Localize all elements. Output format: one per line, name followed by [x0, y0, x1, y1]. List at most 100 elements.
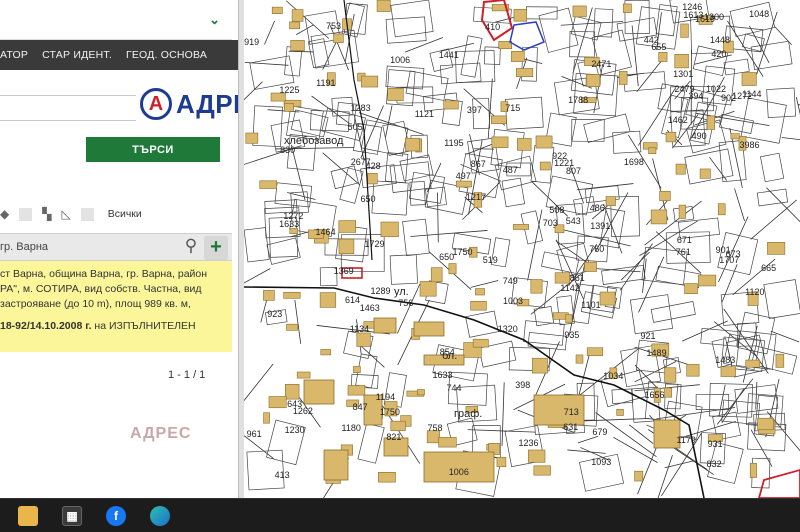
building — [356, 332, 371, 347]
parcel — [439, 62, 482, 85]
parcel-boundary — [637, 443, 659, 495]
building — [605, 196, 616, 207]
parcel-boundary — [294, 299, 302, 344]
building — [699, 168, 711, 179]
parcel-number: 1194 — [375, 391, 396, 402]
building — [665, 131, 677, 143]
parcel-number: 867 — [470, 158, 486, 169]
parcel-number: 1142 — [560, 282, 580, 293]
parcel — [756, 188, 789, 207]
parcel — [465, 310, 499, 338]
parcel-number: 1179 — [676, 435, 696, 446]
result-line-1: ст Варна, община Варна, гр. Варна, район — [0, 268, 208, 280]
parcel-number: 398 — [515, 379, 531, 390]
parcel-number: 931 — [707, 439, 723, 450]
parcel-number: 679 — [592, 427, 608, 438]
parcel — [740, 97, 787, 144]
layer-checkbox-1[interactable] — [19, 207, 33, 221]
building — [284, 103, 294, 112]
parcel-boundary — [721, 388, 745, 423]
search-button[interactable]: ТЪРСИ — [86, 137, 220, 162]
building — [749, 463, 757, 478]
parcel-number: 1320 — [497, 323, 518, 334]
tab-geodetic-basis[interactable]: ГЕОД. ОСНОВА — [119, 49, 214, 61]
parcel — [274, 182, 313, 208]
parcel-number: 1633 — [279, 219, 300, 230]
layer-checkbox-all[interactable] — [80, 207, 94, 221]
parcel-boundary — [410, 230, 488, 237]
parcel-boundary — [718, 384, 726, 417]
parcel — [750, 40, 793, 70]
building — [572, 5, 587, 18]
building — [586, 347, 604, 356]
tab-old-identifier[interactable]: СТАР ИДЕНТ. — [35, 49, 119, 61]
tab-administrator[interactable]: АТОР — [0, 49, 35, 61]
parcel — [455, 50, 496, 83]
layers-icon[interactable]: ◆ — [0, 207, 9, 221]
parcel-number: 1006 — [448, 466, 469, 477]
parcel-number: 671 — [676, 235, 692, 246]
building — [698, 274, 717, 287]
parcel-number: 3986 — [739, 139, 760, 150]
parcel-boundary — [795, 97, 800, 115]
building — [472, 338, 489, 348]
building — [741, 72, 757, 86]
parcel-boundary — [437, 192, 439, 243]
parcel — [571, 119, 605, 142]
parcel-number: 1006 — [390, 55, 411, 66]
store-icon[interactable]: ▦ — [62, 506, 82, 526]
parcel-number: 413 — [274, 470, 290, 481]
cadastral-map[interactable]: 919 397 398 410 413 420 442 486 1462 1448 3986 1750… — [244, 0, 800, 498]
parcel-number: 1369 — [333, 266, 354, 277]
parcel-number: 1729 — [364, 239, 385, 250]
result-order: 18-92/14.10.2008 г. — [0, 320, 92, 332]
parcel-number: 753 — [326, 20, 342, 31]
screen: ⌄ АТОР СТАР ИДЕНТ. ГЕОД. ОСНОВА ТЪРСИ ◆ … — [0, 0, 800, 532]
parcel-number: 1483 — [715, 355, 736, 366]
flag-icon[interactable]: ▚ — [42, 207, 51, 221]
building — [378, 472, 396, 483]
building — [413, 321, 445, 337]
building — [584, 261, 597, 272]
building — [284, 383, 300, 400]
parcel-number: 921 — [640, 330, 656, 341]
facebook-icon[interactable]: f — [106, 506, 126, 526]
folder-icon[interactable] — [18, 506, 38, 526]
result-line-2: РА", м. СОТИРА, вид собств. Частна, вид — [0, 283, 202, 295]
building — [320, 349, 331, 356]
parcel-number: 519 — [482, 254, 498, 265]
parcel-number: 486 — [589, 202, 605, 213]
parcel — [309, 109, 350, 132]
result-card[interactable]: ст Варна, община Варна, гр. Варна, район… — [0, 261, 232, 352]
parcel-number: 807 — [566, 166, 582, 176]
parcel-number: 1217 — [466, 191, 487, 202]
parcel-number: 935 — [564, 329, 580, 340]
building — [491, 115, 507, 124]
building — [271, 6, 283, 15]
search-type-dropdown[interactable]: ⌄ — [0, 0, 232, 40]
parcel-number: 758 — [427, 422, 443, 433]
building — [775, 353, 785, 368]
edge-icon[interactable] — [150, 506, 170, 526]
building — [618, 71, 628, 85]
building — [296, 371, 311, 379]
building — [430, 267, 443, 283]
layer-filters: ◆ ▚ ◺ Всички — [0, 203, 232, 225]
parcel-number: 497 — [455, 170, 471, 181]
building — [390, 420, 406, 432]
building — [720, 366, 736, 377]
building — [387, 87, 404, 101]
parcel — [763, 279, 800, 319]
parcel-number: 487 — [502, 164, 518, 175]
parcel-boundary — [467, 429, 536, 433]
parcel-boundary — [750, 199, 797, 240]
parcel-number: 1613 — [683, 10, 704, 21]
parcel — [504, 96, 544, 130]
add-icon[interactable]: + — [204, 236, 228, 260]
zoom-to-icon[interactable]: ⚲ — [180, 236, 202, 258]
chevron-down-icon[interactable]: ⌄ — [209, 12, 220, 28]
parcel-boundary — [577, 435, 599, 444]
parcel-number: 923 — [267, 308, 283, 319]
polygon-icon[interactable]: ◺ — [61, 207, 70, 221]
parcel-number: 1656 — [644, 390, 665, 401]
